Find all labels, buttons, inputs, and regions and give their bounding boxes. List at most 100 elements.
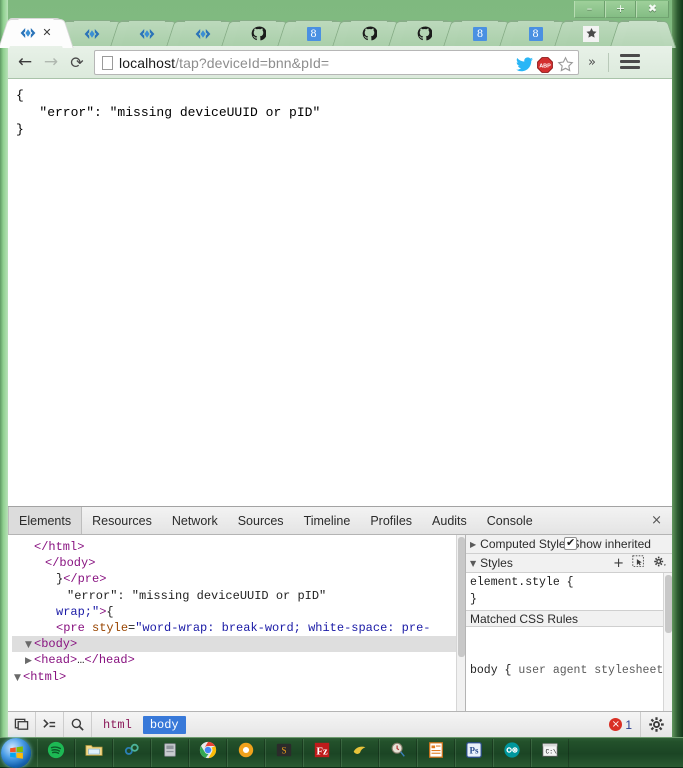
devtools-tab-sources[interactable]: Sources [228,507,294,534]
styles-toolbar: + [613,555,666,573]
taskbar-item-orange-editor[interactable] [417,738,455,767]
computed-style-section-header[interactable]: ▶ Computed Style Show inherited [466,535,672,554]
dom-tree-node[interactable]: <pre style="word-wrap: break-word; white… [12,620,465,636]
taskbar-item-photoshop[interactable]: Ps [455,738,493,767]
code-favicon-icon [195,26,211,42]
code-favicon-icon [139,26,155,42]
scrollbar-thumb[interactable] [458,537,465,657]
disclosure-triangle-icon[interactable]: ▼ [23,639,34,651]
bookmark-star-icon[interactable] [557,56,574,73]
element-picker-icon[interactable] [632,555,645,573]
titlebar[interactable]: – + ✖ [0,0,683,18]
url-host: localhost [119,54,176,71]
menu-line [620,54,640,57]
dom-tree-node[interactable]: wrap;">{ [12,604,465,620]
taskbar-item-orange-app[interactable] [227,738,265,767]
taskbar-item-clock-app[interactable] [379,738,417,767]
add-style-rule-button[interactable]: + [613,556,624,572]
taskbar-item-windows-explorer[interactable] [75,738,113,767]
styles-scrollbar[interactable] [663,573,672,711]
omnibox-icons: ABP [516,56,574,73]
code-favicon-icon [20,25,36,41]
scrollbar-thumb[interactable] [665,575,672,633]
start-orb[interactable] [1,737,31,768]
devtools-tab-bar: Elements Resources Network Sources Timeline P… [8,507,672,535]
window-frame-left [0,0,8,737]
breadcrumb-body[interactable]: body [142,715,186,734]
taskbar-item-filezilla[interactable]: Fz [303,738,341,767]
devtools-tab-console[interactable]: Console [477,507,543,534]
element-style-rule[interactable]: element.style { } [466,573,672,610]
sublime-text-icon: S [275,741,293,764]
dom-tree-pane[interactable]: </html> </body>}</pre> "error": "missing d… [8,535,465,711]
forward-button[interactable]: → [40,53,62,73]
dom-tree-node[interactable]: ▼ <html> [12,669,465,685]
disclosure-triangle-icon[interactable]: ▼ [12,672,23,684]
dom-tree-node[interactable]: </body> [12,555,465,571]
dom-tree-node[interactable]: ▼ <body> [12,636,465,653]
orange-editor-icon [427,741,445,764]
address-bar[interactable]: localhost/tap?deviceId=bnn&pId= ABP [94,50,579,75]
browser-tab[interactable] [618,20,667,46]
close-window-button[interactable]: ✖ [636,1,669,18]
error-icon: × [609,718,623,731]
reload-button[interactable]: ⟳ [66,53,88,73]
styles-section-header[interactable]: ▼ Styles + [466,554,672,573]
devtools-tab-timeline[interactable]: Timeline [294,507,361,534]
show-inherited-checkbox[interactable] [564,536,577,550]
styles-label: Styles [480,556,513,570]
dom-tree-node[interactable]: </html> [12,539,465,555]
taskbar-item-sublime-text[interactable]: S [265,738,303,767]
chrome-menu-button[interactable] [620,54,640,71]
taskbar-item-google-chrome[interactable] [189,738,227,767]
taskbar-item-infinity-app[interactable] [113,738,151,767]
taskbar-items: S Fz Ps C:\ [37,738,569,767]
dom-tree-node[interactable]: ▶ <head>…</head> [12,652,465,668]
taskbar-item-device-manager[interactable] [151,738,189,767]
dom-tree-node[interactable]: "error": "missing deviceUUID or pID" [12,588,465,604]
styles-pane: ▶ Computed Style Show inherited ▼ Styles… [465,535,672,711]
dom-tree-scrollbar[interactable] [456,535,465,711]
browser-window: – + ✖ ✕ 8 8 8 ← → ⟳ localhost/tap?deviceId=… [0,0,683,737]
window-controls: – + ✖ [574,1,669,18]
browser-tab-active[interactable]: ✕ [8,18,64,46]
dock-icon[interactable] [8,712,36,737]
window-frame-right [672,0,683,737]
devtools-tab-resources[interactable]: Resources [82,507,162,534]
devtools-settings-gear-icon[interactable] [640,712,672,737]
minimize-button[interactable]: – [574,1,605,18]
dom-tree-node[interactable]: }</pre> [12,571,465,587]
breadcrumb-html[interactable]: html [96,716,139,734]
taskbar-item-arduino[interactable] [493,738,531,767]
orange-app-icon [237,741,255,764]
taskbar-item-command-prompt[interactable]: C:\ [531,738,569,767]
devtools-tab-network[interactable]: Network [162,507,228,534]
rule-selector-line: body { user agent stylesheet [470,663,668,680]
browser-toolbar: ← → ⟳ localhost/tap?deviceId=bnn&pId= AB… [8,46,672,79]
devtools-tab-audits[interactable]: Audits [422,507,477,534]
twitter-icon[interactable] [516,57,533,72]
adblock-plus-icon[interactable]: ABP [537,56,553,73]
google-favicon-icon: 8 [306,26,321,41]
search-icon[interactable] [64,712,92,737]
disclosure-triangle-icon[interactable]: ▶ [23,655,34,667]
devtools-tab-profiles[interactable]: Profiles [360,507,422,534]
styles-settings-gear-icon[interactable] [653,555,666,573]
matched-rule-body[interactable]: body { user agent stylesheet display: bl… [466,627,672,711]
devtools-tab-elements[interactable]: Elements [8,507,83,534]
device-manager-icon [161,741,179,764]
taskbar-item-spotify[interactable] [37,738,75,767]
tab-close-icon[interactable]: ✕ [42,27,51,38]
taskbar-item-yellow-app[interactable] [341,738,379,767]
toolbar-overflow-button[interactable]: » [588,55,596,70]
maximize-button[interactable]: + [605,1,636,18]
page-info-icon[interactable] [102,55,113,70]
json-response-body: { "error": "missing deviceUUID or pID" } [16,88,321,138]
devtools-close-button[interactable]: × [651,513,662,528]
filezilla-icon: Fz [313,741,331,764]
menu-line [620,60,640,63]
back-button[interactable]: ← [14,53,36,73]
console-drawer-icon[interactable] [36,712,64,737]
error-badge[interactable]: × 1 [609,718,640,732]
star-favicon-icon [583,25,599,42]
